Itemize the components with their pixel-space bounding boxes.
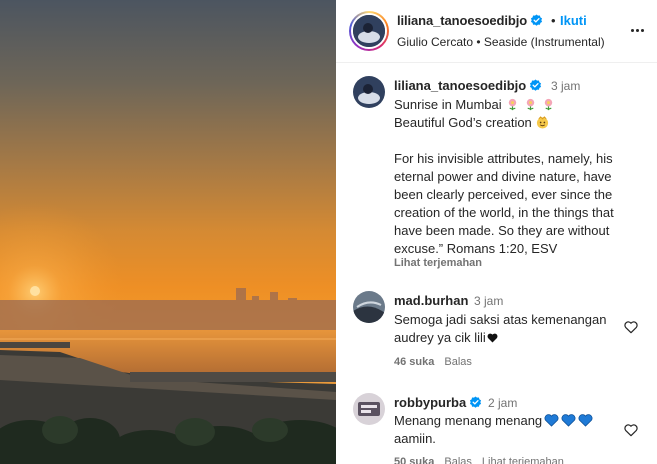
caption-translate-link[interactable]: Lihat terjemahan	[394, 257, 482, 269]
flower-emoji	[526, 98, 535, 111]
comment-text-content-2: aamiin.	[394, 431, 436, 446]
comment-text: Semoga jadi saksi atas kemenangan audrey…	[394, 311, 634, 347]
follow-separator: •	[551, 13, 556, 28]
more-horizontal-icon[interactable]	[630, 23, 646, 39]
reply-button[interactable]: Balas	[444, 356, 472, 368]
avatar-image	[353, 76, 385, 108]
caption-line-2-text: Beautiful God’s creation	[394, 115, 532, 130]
comment-text: Menang menang menang aamiin.	[394, 412, 634, 448]
flower-emoji	[509, 98, 517, 111]
blue-heart-emoji	[544, 414, 559, 427]
caption-author-avatar[interactable]	[353, 76, 385, 108]
smiling-face-emoji	[537, 116, 549, 129]
comment-username[interactable]: mad.burhan	[394, 293, 468, 308]
like-heart-icon[interactable]	[623, 319, 639, 335]
audio-track[interactable]: Giulio Cercato • Seaside (Instrumental)	[397, 35, 605, 49]
author-avatar[interactable]	[349, 11, 389, 51]
flower-emoji	[544, 98, 552, 111]
verified-badge-icon	[531, 14, 543, 26]
caption-line-1-text: Sunrise in Mumbai	[394, 97, 502, 112]
post-panel: liliana_tanoesoedibjo • Ikuti Giulio Cer…	[336, 0, 657, 464]
comment-text-content: Semoga jadi saksi atas kemenangan audrey…	[394, 312, 607, 345]
blue-heart-emoji	[561, 414, 576, 427]
follow-button[interactable]: Ikuti	[560, 13, 587, 28]
verified-badge-icon	[530, 79, 542, 91]
comment-likes[interactable]: 50 suka	[394, 456, 434, 464]
author-username[interactable]: liliana_tanoesoedibjo	[397, 13, 543, 28]
comment-avatar[interactable]	[353, 393, 385, 425]
comment-text-content: Menang menang menang	[394, 413, 543, 428]
post-header: liliana_tanoesoedibjo • Ikuti Giulio Cer…	[336, 0, 657, 63]
reply-button[interactable]: Balas	[444, 456, 472, 464]
caption-body: For his invisible attributes, namely, hi…	[394, 151, 614, 256]
blue-heart-emoji	[578, 414, 593, 427]
comment-time[interactable]: 2 jam	[488, 396, 517, 410]
caption-text: Sunrise in Mumbai Beautiful God’s creati…	[394, 96, 644, 258]
comment-time[interactable]: 3 jam	[474, 294, 503, 308]
post-photo[interactable]	[0, 0, 336, 464]
comment-likes[interactable]: 46 suka	[394, 356, 434, 368]
caption-line-2: Beautiful God’s creation	[394, 114, 644, 132]
verified-badge-icon	[470, 396, 482, 408]
black-heart-emoji	[487, 333, 498, 343]
comment-avatar[interactable]	[353, 291, 385, 323]
avatar-image	[353, 291, 385, 323]
author-username-text[interactable]: liliana_tanoesoedibjo	[397, 13, 527, 28]
comment-translate-link[interactable]: Lihat terjemahan	[482, 456, 564, 464]
caption-line-1: Sunrise in Mumbai	[394, 96, 644, 114]
caption-username[interactable]: liliana_tanoesoedibjo	[394, 78, 542, 93]
avatar-image	[353, 393, 385, 425]
caption-username-text[interactable]: liliana_tanoesoedibjo	[394, 78, 526, 93]
comment-username[interactable]: robbypurba	[394, 395, 482, 410]
comment-username-text[interactable]: robbypurba	[394, 395, 466, 410]
comment-meta: 50 suka Balas Lihat terjemahan	[394, 456, 564, 464]
caption-time[interactable]: 3 jam	[551, 79, 580, 93]
avatar-image	[353, 15, 385, 47]
comment-meta: 46 suka Balas	[394, 356, 472, 368]
like-heart-icon[interactable]	[623, 422, 639, 438]
sunrise-image	[0, 0, 336, 464]
